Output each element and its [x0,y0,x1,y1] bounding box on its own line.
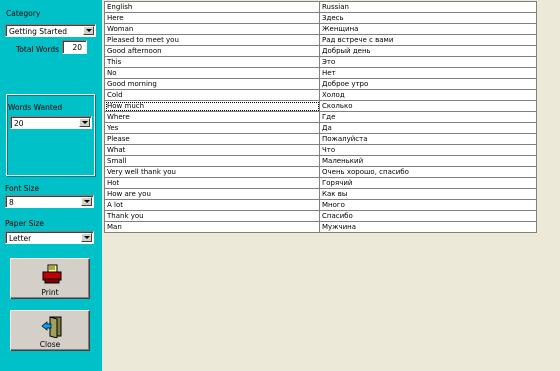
category-value: Getting Started [9,27,67,36]
russian-cell: Да [319,122,537,134]
russian-cell: Рад встрече с вами [319,34,537,46]
table-row: A lot Много [104,199,537,211]
total-words-value: 20 [72,43,82,52]
total-words-field[interactable]: 20 [62,40,87,54]
words-wanted-value: 20 [14,119,24,128]
russian-cell: Это [319,56,537,68]
table-row: Small Маленький [104,155,537,167]
english-cell: A lot [104,199,320,211]
russian-cell: Нет [319,67,537,79]
table-row: Man Мужчина [104,221,537,233]
chevron-down-icon[interactable] [83,26,94,35]
table-row: Good morning Доброе утро [104,78,537,90]
russian-cell: Очень хорошо, спасибо [319,166,537,178]
english-cell: Woman [104,23,320,35]
table-row: Woman Женщина [104,23,537,35]
table-row: Please Пожалуйста [104,133,537,145]
table-row: Thank you Спасибо [104,210,537,222]
russian-cell: Пожалуйста [319,133,537,145]
russian-cell: Маленький [319,155,537,167]
russian-cell: Что [319,144,537,156]
english-cell: This [104,56,320,68]
table-row: This Это [104,56,537,68]
category-label: Category [6,9,41,18]
russian-cell: Как вы [319,188,537,200]
table-header-row: English Russian [104,1,537,13]
font-size-label: Font Size [5,184,40,193]
english-cell: Here [104,12,320,24]
table-row: Here Здесь [104,12,537,24]
chevron-down-icon[interactable] [79,118,90,127]
russian-cell: Много [319,199,537,211]
table-row: Pleased to meet you Рад встрече с вами [104,34,537,46]
english-cell: Yes [104,122,320,134]
english-cell: Very well thank you [104,166,320,178]
words-wanted-label: Words Wanted [8,103,63,112]
english-cell: Thank you [104,210,320,222]
chevron-down-icon[interactable] [81,233,92,242]
column-header-english: English [104,1,320,13]
table-row: How are you Как вы [104,188,537,200]
russian-cell: Здесь [319,12,537,24]
english-cell: What [104,144,320,156]
english-cell: Man [104,221,320,233]
english-cell: Small [104,155,320,167]
english-cell: Please [104,133,320,145]
close-button[interactable]: Close [10,310,90,351]
english-cell: Good afternoon [104,45,320,57]
english-cell: How are you [104,188,320,200]
total-words-label: Total Words [16,45,60,54]
russian-cell: Добрый день [319,45,537,57]
print-button-label: Print [41,288,59,297]
paper-size-select[interactable]: Letter [5,231,94,244]
printer-icon [42,264,62,284]
door-exit-icon [41,316,62,338]
english-cell: No [104,67,320,79]
sidebar: Category Getting Started Total Words 20 … [0,0,102,371]
font-size-value: 8 [9,198,14,207]
russian-cell: Мужчина [319,221,537,233]
category-select[interactable]: Getting Started [5,24,96,37]
table-row: How much Сколько [104,100,537,112]
table-row: What Что [104,144,537,156]
russian-cell: Женщина [319,23,537,35]
word-table: English Russian Here Здесь Woman Женщина Ple… [104,1,537,233]
words-wanted-select[interactable]: 20 [10,116,92,129]
english-cell: Pleased to meet you [104,34,320,46]
russian-cell: Спасибо [319,210,537,222]
english-cell: How much [104,100,320,112]
english-cell: Good morning [104,78,320,90]
table-row: Hot Горячий [104,177,537,189]
print-button[interactable]: Print [10,258,90,299]
table-row: Where Где [104,111,537,123]
font-size-select[interactable]: 8 [5,195,94,208]
paper-size-label: Paper Size [5,219,45,228]
russian-cell: Холод [319,89,537,101]
table-row: Good afternoon Добрый день [104,45,537,57]
paper-size-value: Letter [9,234,32,243]
close-button-label: Close [39,340,61,349]
russian-cell: Горячий [319,177,537,189]
chevron-down-icon[interactable] [81,197,92,206]
russian-cell: Где [319,111,537,123]
table-row: Yes Да [104,122,537,134]
preview-area: English Russian Here Здесь Woman Женщина Ple… [102,0,560,371]
russian-cell: Доброе утро [319,78,537,90]
english-cell: Hot [104,177,320,189]
column-header-russian: Russian [319,1,537,13]
table-row: Cold Холод [104,89,537,101]
english-cell: Where [104,111,320,123]
english-cell: Cold [104,89,320,101]
table-row: No Нет [104,67,537,79]
russian-cell: Сколько [319,100,537,112]
table-row: Very well thank you Очень хорошо, спасибо [104,166,537,178]
